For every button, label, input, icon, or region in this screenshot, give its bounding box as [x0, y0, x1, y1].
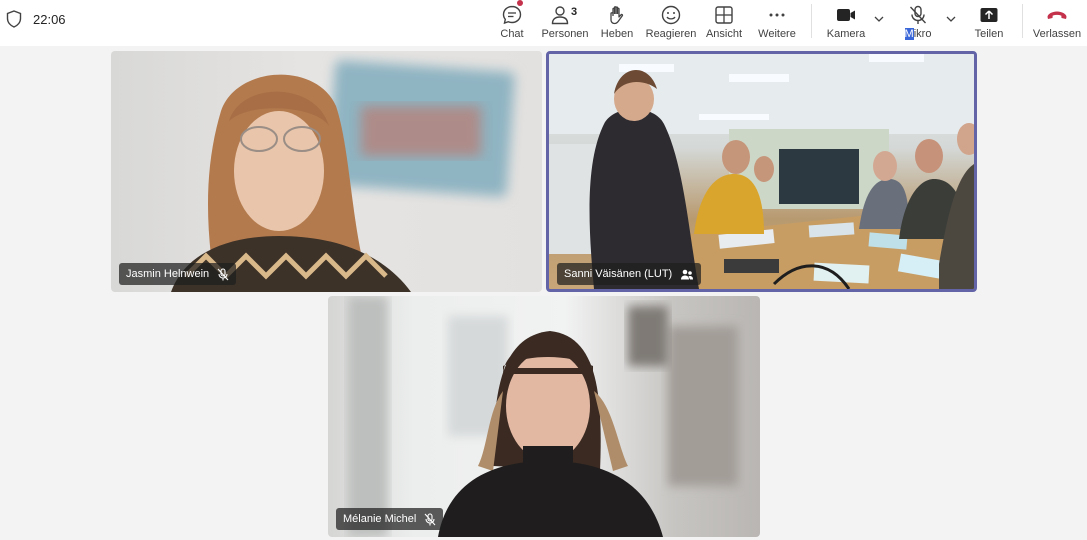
grid-icon — [715, 6, 733, 24]
raise-hand-button[interactable]: Heben — [601, 0, 633, 46]
camera-button[interactable]: Kamera — [826, 0, 866, 46]
chat-icon — [502, 5, 522, 25]
participant-video — [549, 54, 974, 289]
participant-nametag: Jasmin Helnwein — [119, 263, 237, 285]
camera-chevron-down-icon[interactable] — [873, 13, 885, 25]
share-button[interactable]: Teilen — [974, 0, 1004, 46]
participant-video — [348, 296, 738, 537]
react-label: Reagieren — [645, 28, 697, 40]
people-label: Personen — [541, 28, 589, 40]
camera-label: Kamera — [826, 28, 866, 40]
smiley-icon — [661, 5, 681, 25]
video-tile-sanni-vaisanen[interactable]: Sanni Väisänen (LUT) — [546, 51, 977, 292]
people-count: 3 — [571, 6, 578, 18]
mic-muted-icon — [424, 512, 436, 525]
meeting-time: 22:06 — [33, 12, 66, 27]
meeting-toolbar: 22:06 Chat 3 Personen Heben Reagieren An… — [0, 0, 1087, 46]
participant-nametag: Mélanie Michel — [336, 508, 444, 530]
mic-label-selected: M — [904, 28, 914, 40]
mic-label: Mikro — [904, 28, 932, 40]
chat-label: Chat — [500, 28, 524, 40]
participant-name: Jasmin Helnwein — [126, 268, 210, 280]
ellipsis-icon — [769, 13, 785, 17]
raise-hand-label: Heben — [600, 28, 634, 40]
view-label: Ansicht — [705, 28, 743, 40]
share-icon — [980, 8, 998, 22]
people-button[interactable]: 3 Personen — [541, 0, 589, 46]
react-button[interactable]: Reagieren — [645, 0, 697, 46]
chat-button[interactable]: Chat — [498, 0, 526, 46]
share-label: Teilen — [974, 28, 1004, 40]
more-button[interactable]: Weitere — [757, 0, 797, 46]
participant-name: Mélanie Michel — [343, 513, 417, 525]
participant-video — [171, 60, 515, 292]
video-tile-jasmin-helnwein[interactable]: Jasmin Helnwein — [111, 51, 542, 292]
participant-name: Sanni Väisänen (LUT) — [564, 268, 673, 280]
leave-label: Verlassen — [1032, 28, 1082, 40]
mic-muted-icon — [909, 5, 927, 24]
view-button[interactable]: Ansicht — [706, 0, 742, 46]
toolbar-separator — [1022, 4, 1023, 38]
mic-button[interactable]: Mikro — [902, 0, 934, 46]
mic-chevron-down-icon[interactable] — [945, 13, 957, 25]
more-label: Weitere — [758, 28, 796, 40]
mic-label-rest: ikro — [913, 28, 932, 40]
hand-icon — [610, 6, 624, 25]
participant-nametag: Sanni Väisänen (LUT) — [557, 263, 702, 285]
toolbar-separator — [811, 4, 812, 38]
leave-button[interactable]: Verlassen — [1032, 0, 1082, 46]
video-tile-melanie-michel[interactable]: Mélanie Michel — [328, 296, 760, 537]
hangup-icon — [1047, 11, 1067, 19]
shield-icon[interactable] — [6, 10, 22, 28]
chat-unread-badge — [517, 0, 523, 6]
camera-icon — [837, 9, 855, 21]
people-icon — [551, 6, 569, 25]
mic-muted-icon — [217, 267, 229, 280]
people-icon — [681, 269, 694, 279]
